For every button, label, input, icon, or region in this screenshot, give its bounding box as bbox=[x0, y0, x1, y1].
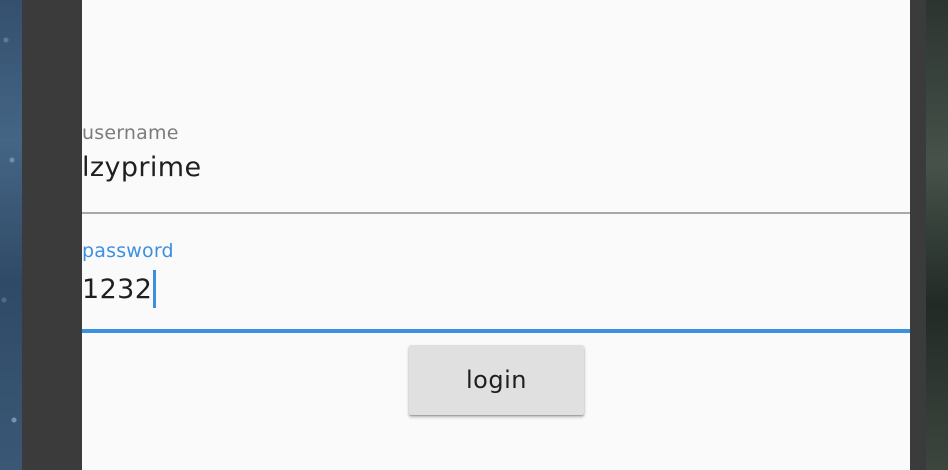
username-value: lzyprime bbox=[82, 152, 202, 183]
text-cursor bbox=[153, 270, 157, 308]
username-field[interactable]: username lzyprime bbox=[82, 120, 910, 215]
username-underline bbox=[82, 212, 910, 214]
username-input[interactable]: lzyprime bbox=[82, 152, 202, 183]
app-window-frame: username lzyprime password 1232 login bbox=[22, 0, 926, 470]
password-input[interactable]: 1232 bbox=[82, 270, 157, 308]
password-field[interactable]: password 1232 bbox=[82, 238, 910, 333]
username-label: username bbox=[82, 122, 179, 144]
login-button[interactable]: login bbox=[409, 345, 584, 415]
password-underline-focused bbox=[82, 329, 910, 333]
login-form: username lzyprime password 1232 login bbox=[82, 0, 910, 470]
password-value: 1232 bbox=[82, 273, 153, 305]
password-label: password bbox=[82, 240, 174, 262]
desktop-wallpaper-right bbox=[926, 0, 948, 470]
